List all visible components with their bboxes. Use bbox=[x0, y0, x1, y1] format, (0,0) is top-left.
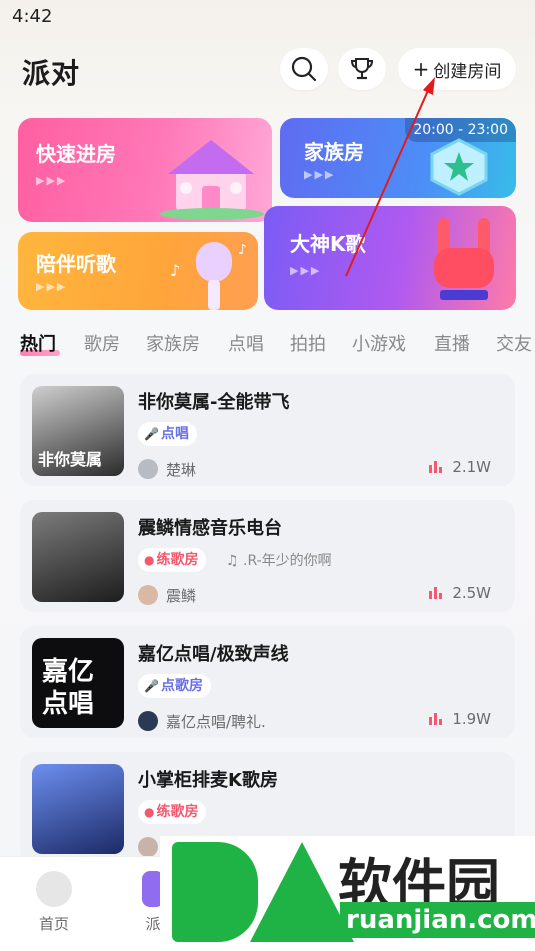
room-heat: 2.5W bbox=[429, 584, 491, 602]
banner-title: 陪伴听歌 bbox=[36, 252, 116, 276]
watermark-en: ruanjian.com bbox=[340, 902, 535, 938]
host-avatar bbox=[138, 711, 158, 731]
room-card[interactable]: 震鳞情感音乐电台 ● 练歌房 ♫ .R-年少的你啊 震鳞 2.5W bbox=[20, 500, 515, 612]
tab-family-room[interactable]: 家族房 bbox=[146, 330, 200, 356]
room-host: 震鳞 bbox=[138, 584, 196, 606]
microphone-illustration-icon: ♪ ♪ bbox=[170, 242, 247, 310]
heat-bars-icon bbox=[429, 461, 444, 473]
mic-icon: 🎤 bbox=[144, 679, 159, 693]
banner-title: 家族房 bbox=[304, 140, 364, 164]
tab-song-room[interactable]: 歌房 bbox=[84, 330, 120, 356]
tab-friends[interactable]: 交友 bbox=[496, 330, 532, 356]
watermark-d-shape bbox=[172, 842, 258, 942]
create-room-label: 创建房间 bbox=[433, 61, 502, 82]
create-room-button[interactable]: + 创建房间 bbox=[398, 48, 516, 90]
host-avatar bbox=[138, 585, 158, 605]
room-cover: 非你莫属 bbox=[32, 386, 124, 476]
nav-home[interactable]: 首页 bbox=[34, 871, 74, 934]
room-name: 震鳞情感音乐电台 bbox=[138, 518, 282, 539]
room-host: 嘉亿点唱/聘礼. bbox=[138, 710, 266, 732]
banner-title: 快速进房 bbox=[36, 142, 116, 166]
room-cover bbox=[32, 764, 124, 854]
room-name: 非你莫属-全能带飞 bbox=[138, 392, 290, 413]
svg-text:♪: ♪ bbox=[170, 261, 180, 280]
singer-icon: ● bbox=[144, 805, 155, 819]
room-name: 嘉亿点唱/极致声线 bbox=[138, 644, 289, 665]
cover-text: 嘉亿点唱 bbox=[42, 657, 95, 719]
status-time: 4:42 bbox=[12, 6, 53, 27]
tag-label: 练歌房 bbox=[156, 804, 199, 820]
header: 派对 + 创建房间 bbox=[0, 40, 535, 100]
heat-value: 2.5W bbox=[452, 584, 491, 602]
tag-label: 练歌房 bbox=[156, 552, 199, 568]
room-tag: 🎤 点唱 bbox=[138, 422, 197, 446]
home-icon bbox=[36, 871, 72, 907]
banner-ktv[interactable]: 大神K歌 ▶▶▶ bbox=[264, 206, 516, 310]
banner-family-room[interactable]: 家族房 ▶▶▶ 20:00 - 23:00 bbox=[280, 118, 516, 198]
room-heat: 1.9W bbox=[429, 710, 491, 728]
house-illustration-icon bbox=[160, 140, 264, 220]
room-heat: 2.1W bbox=[429, 458, 491, 476]
room-host: 楚琳 bbox=[138, 458, 196, 480]
banner-listen-music[interactable]: 陪伴听歌 ▶▶▶ ♪ ♪ bbox=[18, 232, 258, 310]
current-song: ♫ .R-年少的你啊 bbox=[226, 553, 332, 569]
host-avatar bbox=[138, 459, 158, 479]
heat-value: 1.9W bbox=[452, 710, 491, 728]
arrows-icon: ▶▶▶ bbox=[36, 174, 68, 187]
room-card[interactable]: 非你莫属 非你莫属-全能带飞 🎤 点唱 楚琳 2.1W bbox=[20, 374, 515, 486]
watermark-logo: 软件园 ruanjian.com bbox=[160, 836, 535, 951]
plus-icon: + bbox=[412, 57, 430, 81]
tab-mini-games[interactable]: 小游戏 bbox=[352, 330, 406, 356]
room-cover: 嘉亿点唱 bbox=[32, 638, 124, 728]
arrows-icon: ▶▶▶ bbox=[36, 280, 68, 293]
nav-home-label: 首页 bbox=[38, 915, 69, 933]
heat-value: 2.1W bbox=[452, 458, 491, 476]
star-badge-icon bbox=[430, 138, 488, 196]
banner-quick-enter[interactable]: 快速进房 ▶▶▶ bbox=[18, 118, 272, 222]
arrows-icon: ▶▶▶ bbox=[304, 168, 336, 181]
tab-hot[interactable]: 热门 bbox=[20, 330, 56, 356]
room-tag: ● 练歌房 bbox=[138, 548, 207, 572]
search-button[interactable] bbox=[280, 48, 328, 90]
heat-bars-icon bbox=[429, 587, 444, 599]
trophy-button[interactable] bbox=[338, 48, 386, 90]
svg-text:♪: ♪ bbox=[238, 242, 247, 258]
heat-bars-icon bbox=[429, 713, 444, 725]
singer-icon: ● bbox=[144, 553, 155, 567]
host-name: 嘉亿点唱/聘礼. bbox=[166, 712, 266, 731]
banner-title: 大神K歌 bbox=[290, 232, 366, 256]
room-cover bbox=[32, 512, 124, 602]
host-name: 震鳞 bbox=[166, 586, 197, 605]
tag-label: 点唱 bbox=[160, 426, 189, 442]
host-avatar bbox=[138, 837, 158, 857]
category-tabs: 热门 歌房 家族房 点唱 拍拍 小游戏 直播 交友 bbox=[0, 326, 535, 362]
search-icon bbox=[291, 56, 317, 82]
cover-text: 非你莫属 bbox=[38, 450, 103, 469]
tab-request-song[interactable]: 点唱 bbox=[228, 330, 264, 356]
page-title: 派对 bbox=[22, 57, 81, 90]
room-tag: 🎤 点歌房 bbox=[138, 674, 211, 698]
mic-icon: 🎤 bbox=[144, 427, 159, 441]
host-name: 楚琳 bbox=[166, 460, 197, 479]
trophy-icon bbox=[350, 58, 374, 80]
room-card[interactable]: 嘉亿点唱 嘉亿点唱/极致声线 🎤 点歌房 嘉亿点唱/聘礼. 1.9W bbox=[20, 626, 515, 738]
room-name: 小掌柜排麦K歌房 bbox=[138, 770, 278, 791]
tab-live[interactable]: 直播 bbox=[434, 330, 470, 356]
tab-paipai[interactable]: 拍拍 bbox=[290, 330, 326, 356]
tag-label: 点歌房 bbox=[160, 678, 203, 694]
rock-hand-icon bbox=[434, 218, 494, 300]
room-tag: ● 练歌房 bbox=[138, 800, 207, 824]
arrows-icon: ▶▶▶ bbox=[290, 264, 322, 277]
